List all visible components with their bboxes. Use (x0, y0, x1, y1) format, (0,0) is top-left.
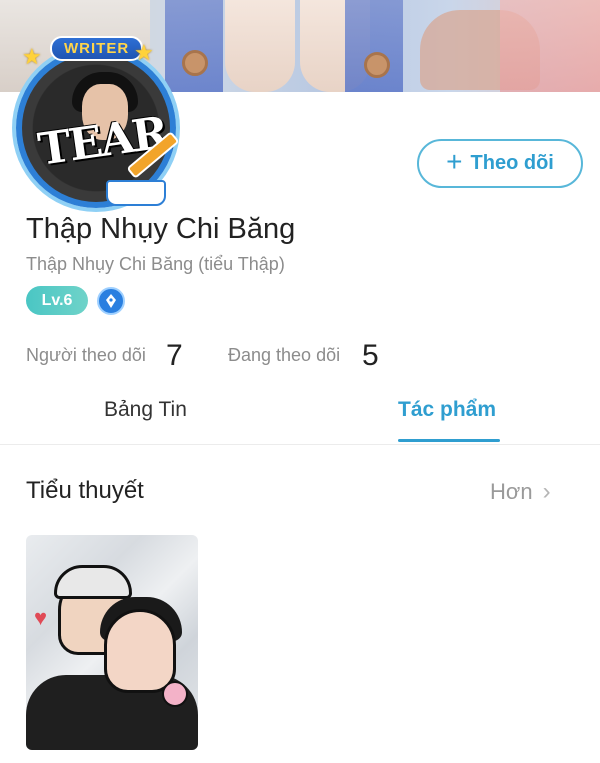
novel-cover[interactable]: ♥ (26, 535, 198, 750)
profile-tabs: Bảng Tin Tác phẩm (0, 390, 600, 445)
more-label: Hơn (490, 479, 533, 504)
followers-label[interactable]: Người theo dõi (26, 345, 146, 366)
following-label[interactable]: Đang theo dõi (228, 345, 340, 366)
chevron-right-icon: › (542, 478, 551, 505)
following-count[interactable]: 5 (362, 339, 379, 373)
follow-button-label: Theo dõi (470, 152, 554, 174)
level-badge[interactable]: Lv.6 (26, 286, 88, 315)
tab-works[interactable]: Tác phẩm (398, 398, 496, 422)
section-title: Tiểu thuyết (26, 477, 144, 504)
tab-news[interactable]: Bảng Tin (104, 398, 187, 422)
followers-count[interactable]: 7 (166, 339, 183, 373)
plus-icon: + (446, 146, 463, 177)
alias-name: Thập Nhụy Chi Băng (tiểu Thập) (26, 254, 285, 274)
avatar[interactable]: TEAR WRITER ★ ★ (6, 30, 184, 208)
book-decoration-icon (106, 180, 166, 206)
pen-badge-icon[interactable] (97, 287, 125, 315)
more-link[interactable]: Hơn › (490, 478, 551, 506)
active-tab-indicator (398, 439, 500, 442)
follow-button[interactable]: + Theo dõi (417, 139, 583, 188)
display-name: Thập Nhụy Chi Băng (26, 213, 296, 245)
flower-icon (162, 681, 188, 707)
writer-badge: WRITER (50, 36, 144, 61)
heart-icon: ♥ (34, 605, 48, 630)
star-icon: ★ (22, 44, 42, 69)
star-icon: ★ (134, 40, 154, 65)
